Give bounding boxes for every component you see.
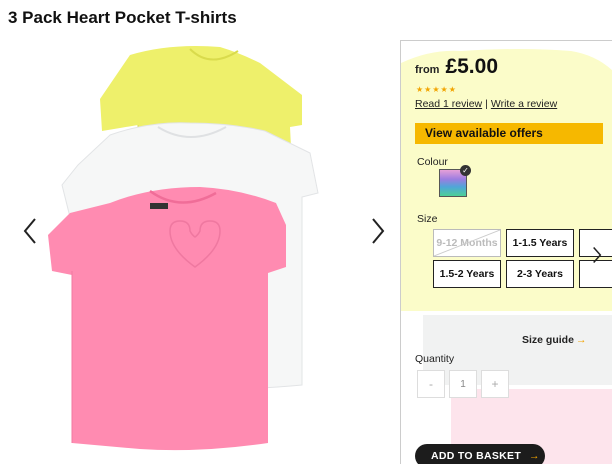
quantity-decrease-button[interactable]: - (417, 370, 445, 398)
unavailable-strike-icon (434, 230, 500, 256)
size-guide-label: Size guide (522, 334, 574, 346)
product-page: 3 Pack Heart Pocket T-shirts from £5.00 … (0, 0, 612, 464)
add-to-basket-label: ADD TO BASKET (431, 450, 522, 462)
size-option-9-12-months[interactable]: 9-12 Months (433, 229, 501, 257)
product-gallery (0, 35, 400, 464)
chevron-right-icon[interactable] (587, 243, 607, 267)
size-option-1-1-5-years[interactable]: 1-1.5 Years (506, 229, 574, 257)
panel-content: from £5.00 ★★★★★ Read 1 review | Write a r… (401, 41, 612, 464)
colour-label: Colour (417, 156, 448, 168)
quantity-input[interactable] (449, 370, 477, 398)
reviews-separator: | (485, 98, 488, 110)
size-options: 9-12 Months 1-1.5 Years 1.5-2 Years 2-3 … (433, 229, 612, 291)
price-row: from £5.00 (415, 55, 498, 79)
arrow-right-icon: → (529, 450, 540, 462)
price-value: £5.00 (445, 55, 499, 78)
purchase-panel: from £5.00 ★★★★★ Read 1 review | Write a r… (400, 40, 612, 464)
check-icon: ✓ (460, 165, 471, 176)
size-option-label: 2-3 Years (517, 268, 563, 280)
chevron-right-icon[interactable] (366, 211, 390, 251)
add-to-basket-button[interactable]: ADD TO BASKET → (415, 444, 545, 464)
quantity-stepper: - + (417, 370, 509, 398)
size-guide-link[interactable]: Size guide → (522, 334, 586, 346)
size-option-label: 1-1.5 Years (512, 237, 568, 249)
pink-shirt-image (48, 187, 286, 451)
reviews-links: Read 1 review | Write a review (415, 98, 557, 110)
quantity-increase-button[interactable]: + (481, 370, 509, 398)
size-label: Size (417, 213, 438, 225)
product-title: 3 Pack Heart Pocket T-shirts (8, 8, 237, 27)
read-reviews-link[interactable]: Read 1 review (415, 98, 482, 110)
chevron-left-icon[interactable] (18, 211, 42, 251)
colour-swatch[interactable]: ✓ (439, 165, 471, 197)
price-from-label: from (415, 64, 440, 76)
arrow-right-icon: → (575, 334, 587, 346)
view-offers-button[interactable]: View available offers (415, 123, 603, 144)
rating-stars-icon: ★★★★★ (416, 85, 457, 94)
size-option-1-5-2-years[interactable]: 1.5-2 Years (433, 260, 501, 288)
product-image (48, 46, 319, 451)
write-review-link[interactable]: Write a review (491, 98, 557, 110)
size-option-2-3-years[interactable]: 2-3 Years (506, 260, 574, 288)
size-option-label: 1.5-2 Years (439, 268, 495, 280)
quantity-label: Quantity (415, 353, 455, 365)
